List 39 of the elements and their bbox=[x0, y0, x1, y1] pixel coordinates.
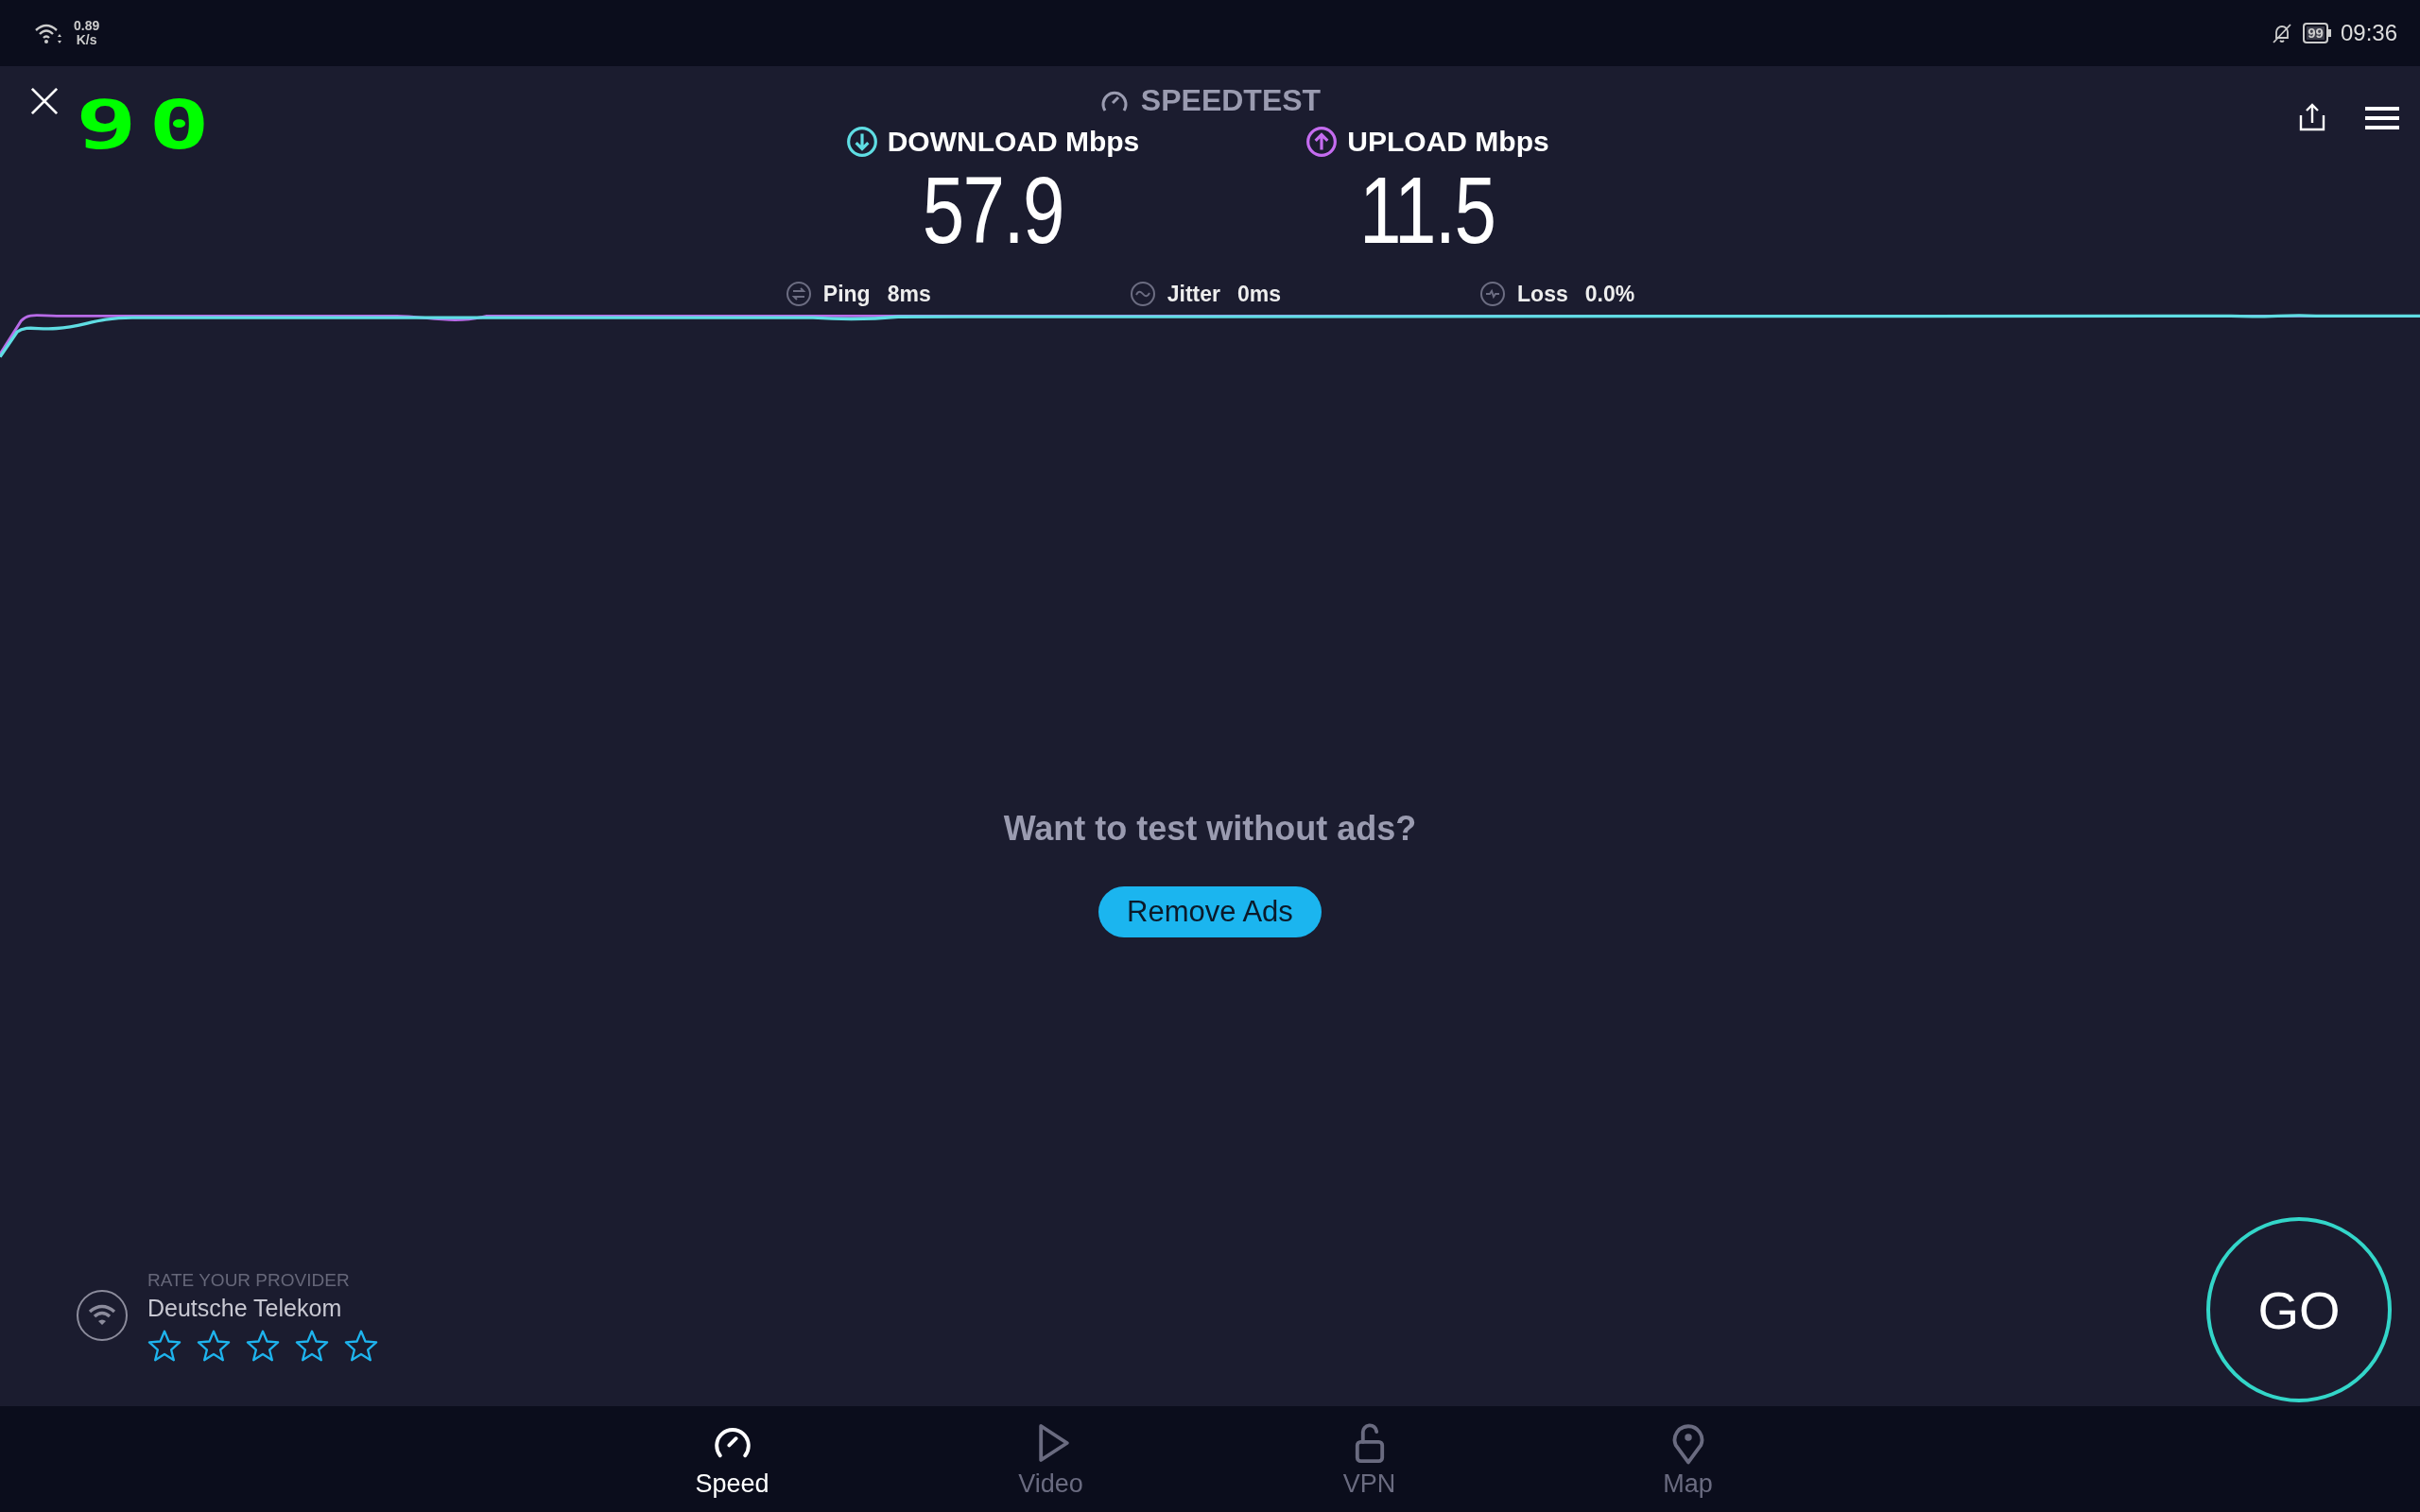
stat-label: Loss bbox=[1517, 281, 1568, 307]
stat-label: Ping bbox=[822, 281, 871, 307]
network-speed: 0.89 bbox=[74, 19, 100, 33]
battery-indicator: 99 bbox=[2303, 23, 2331, 43]
fps-counter: 90 bbox=[76, 96, 222, 153]
stat-value: 0ms bbox=[1237, 281, 1282, 307]
rate-provider-heading: RATE YOUR PROVIDER bbox=[147, 1269, 351, 1291]
nav-tab[interactable]: VPN bbox=[1274, 1406, 1464, 1512]
jitter-icon bbox=[1129, 281, 1156, 307]
stat-label: Jitter bbox=[1167, 281, 1220, 307]
stat-value: 0.0% bbox=[1584, 281, 1635, 307]
star-icon[interactable] bbox=[147, 1329, 182, 1362]
nav-tab[interactable]: Speed bbox=[637, 1406, 827, 1512]
star-icon[interactable] bbox=[197, 1329, 231, 1362]
nav-tab[interactable]: Map bbox=[1593, 1406, 1783, 1512]
provider-name: Deutsche Telekom bbox=[147, 1294, 343, 1322]
loss-icon bbox=[1479, 281, 1507, 307]
clock-time: 09:36 bbox=[2340, 20, 2397, 46]
network-speed-unit: K/s bbox=[76, 33, 97, 47]
wifi-icon bbox=[76, 1289, 129, 1342]
ping-icon bbox=[785, 281, 812, 307]
stat-value: 8ms bbox=[887, 281, 931, 307]
result-value: 11.5 bbox=[1359, 158, 1495, 262]
star-icon[interactable] bbox=[246, 1329, 280, 1362]
app-title: SPEEDTEST bbox=[1140, 83, 1322, 118]
ads-prompt: Want to test without ads? bbox=[1003, 808, 1417, 849]
result-label: UPLOAD Mbps bbox=[1347, 126, 1549, 158]
close-icon[interactable] bbox=[30, 87, 59, 115]
menu-icon[interactable] bbox=[2365, 106, 2399, 130]
star-icon[interactable] bbox=[295, 1329, 329, 1362]
wifi-icon bbox=[34, 23, 62, 43]
remove-ads-button[interactable]: Remove Ads bbox=[1098, 885, 1322, 937]
go-button[interactable]: GO bbox=[2206, 1217, 2392, 1402]
star-icon[interactable] bbox=[344, 1329, 378, 1362]
bell-off-icon bbox=[2271, 22, 2294, 44]
result-label: DOWNLOAD Mbps bbox=[887, 126, 1140, 158]
share-icon[interactable] bbox=[2297, 102, 2327, 132]
nav-tab[interactable]: Video bbox=[956, 1406, 1146, 1512]
result-value: 57.9 bbox=[922, 158, 1063, 262]
